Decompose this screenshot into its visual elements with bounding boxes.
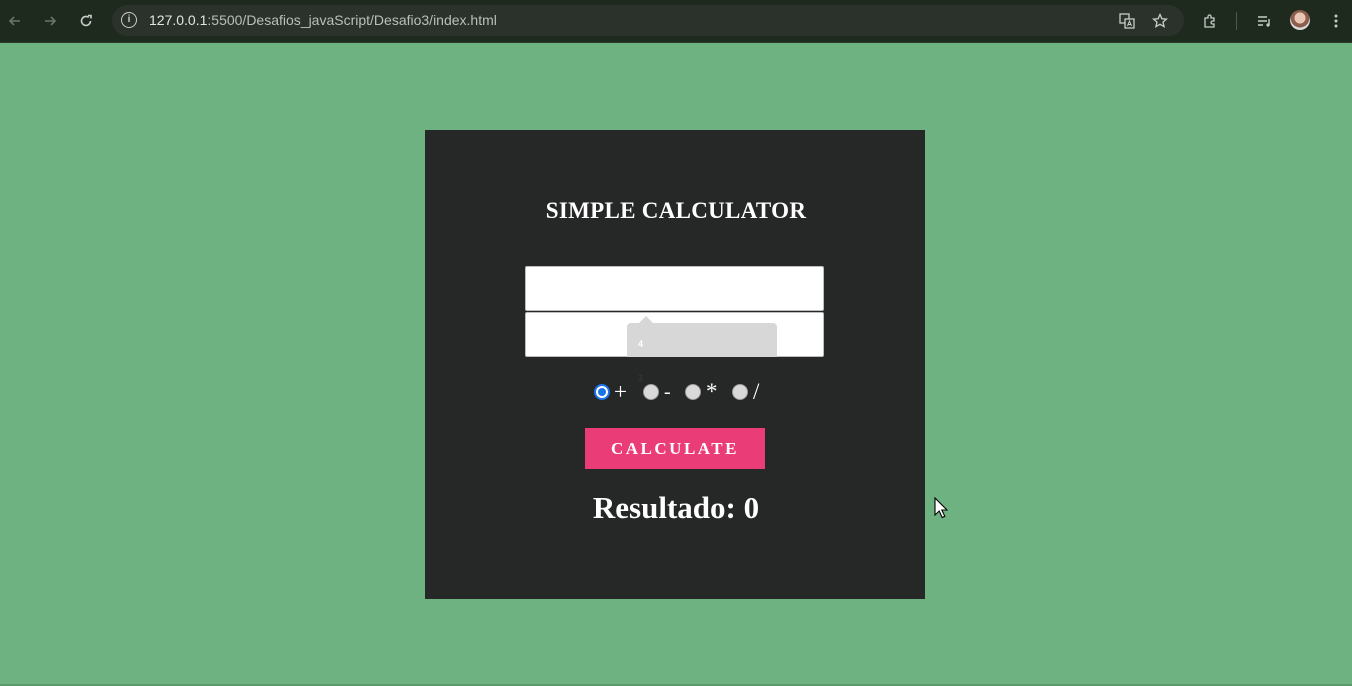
op-label-divide: /	[753, 379, 760, 404]
url-path: :5500/Desafios_javaScript/Desafio3/index…	[207, 12, 497, 28]
url-host: 127.0.0.1	[149, 12, 208, 28]
op-label-multiply: *	[706, 379, 718, 404]
browser-toolbar: i 127.0.0.1:5500/Desafios_javaScript/Des…	[0, 0, 1352, 43]
result-text: Resultado: 0	[592, 490, 760, 525]
autofill-suggestions[interactable]: 4	[627, 316, 777, 357]
op-label-subtract: -	[664, 381, 671, 403]
back-icon[interactable]	[2, 8, 28, 34]
calculate-button[interactable]: CALCULATE	[585, 428, 765, 469]
radio-multiply[interactable]	[685, 384, 701, 400]
reload-icon[interactable]	[73, 8, 99, 34]
site-info-icon[interactable]: i	[121, 12, 137, 28]
toolbar-separator	[1236, 12, 1237, 30]
forward-icon[interactable]	[37, 8, 63, 34]
radio-subtract[interactable]	[643, 384, 659, 400]
menu-icon[interactable]	[1323, 8, 1349, 34]
translate-icon[interactable]	[1116, 10, 1138, 32]
radio-divide[interactable]	[732, 384, 748, 400]
address-bar[interactable]: i 127.0.0.1:5500/Desafios_javaScript/Des…	[112, 5, 1184, 36]
radio-add[interactable]	[594, 384, 610, 400]
media-controls-icon[interactable]	[1251, 8, 1277, 34]
autofill-suggestion[interactable]: 4	[638, 339, 643, 349]
profile-avatar[interactable]	[1290, 10, 1310, 30]
mouse-cursor-icon	[934, 497, 948, 519]
extensions-icon[interactable]	[1197, 8, 1223, 34]
url-text: 127.0.0.1:5500/Desafios_javaScript/Desaf…	[149, 12, 497, 28]
op-label-add: +	[614, 379, 627, 404]
first-number-input[interactable]	[525, 266, 824, 311]
autofill-suggestion[interactable]: 3	[638, 374, 642, 383]
calculator-title: SIMPLE CALCULATOR	[545, 198, 807, 223]
bookmark-star-icon[interactable]	[1149, 10, 1171, 32]
